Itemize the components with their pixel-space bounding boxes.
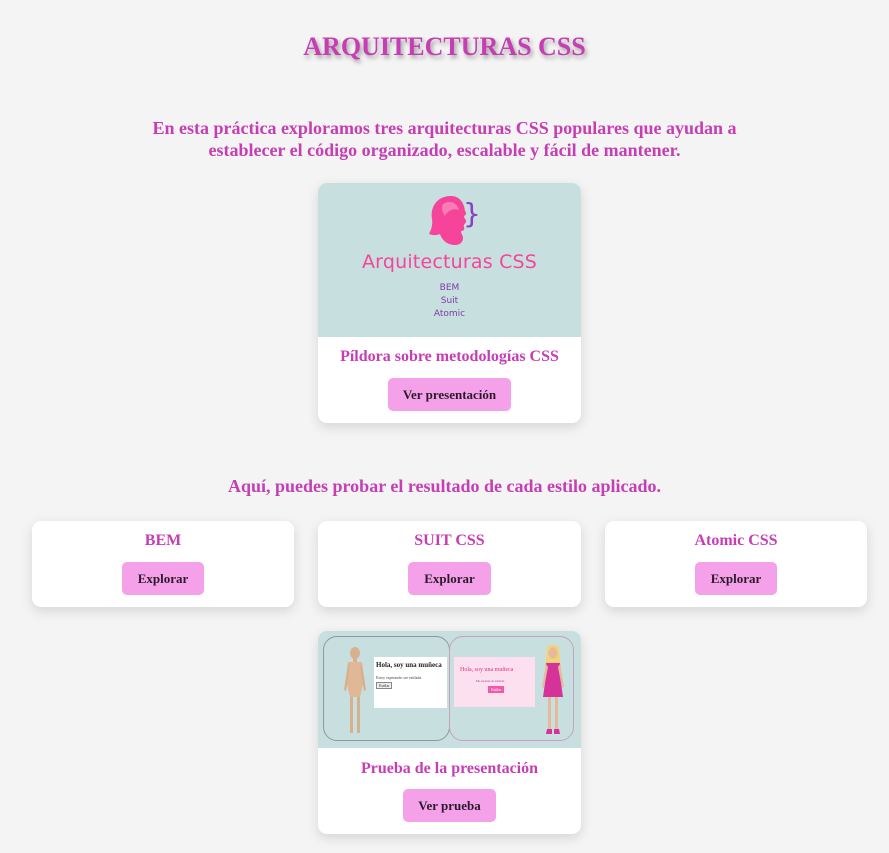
unstyled-preview-heading: Hola, soy una muñeca [376, 661, 442, 669]
explore-atomic-button[interactable]: Explorar [695, 562, 777, 595]
test-caption: Prueba de la presentación [360, 760, 539, 777]
styled-preview-box: Hola, soy una muñeca Me encanta ser esti… [454, 657, 535, 707]
view-presentation-button[interactable]: Ver presentación [388, 378, 511, 411]
style-card-suit: SUIT CSS Explorar [318, 521, 581, 607]
style-card-title: SUIT CSS [414, 532, 485, 549]
doll-styled-figure [542, 645, 564, 734]
intro-text: En esta práctica exploramos tres arquite… [152, 118, 737, 160]
explore-bem-button[interactable]: Explorar [122, 562, 204, 595]
presentation-caption: Píldora sobre metodologías CSS [340, 348, 559, 365]
subheading: Aquí, puedes probar el resultado de cada… [227, 476, 662, 496]
view-test-button[interactable]: Ver prueba [403, 789, 496, 822]
style-card-bem: BEM Explorar [32, 521, 294, 607]
doll-unstyled-figure [344, 647, 366, 733]
unstyled-preview-box: Hola, soy una muñeca Estoy esperando ser… [374, 657, 447, 708]
styled-preview-button: Estilar [488, 686, 505, 693]
cover-list-item: Suit [440, 296, 459, 306]
styled-preview-text: Me encanta ser estilada. [476, 679, 505, 683]
brace-icon: } [463, 197, 481, 230]
cover-list-item: Atomic [433, 309, 466, 319]
cover-list: BEM Suit Atomic [318, 282, 581, 321]
unstyled-preview-panel: Hola, soy una muñeca Estoy esperando ser… [323, 636, 450, 741]
test-card: Hola, soy una muñeca Estoy esperando ser… [318, 631, 581, 834]
presentation-card: } Arquitecturas CSS BEM Suit Atomic Píld… [318, 183, 581, 423]
test-preview-image: Hola, soy una muñeca Estoy esperando ser… [318, 631, 581, 748]
unstyled-preview-button: Estilar [376, 682, 393, 689]
styled-preview-heading: Hola, soy una muñeca [460, 667, 514, 673]
page-title: ARQUITECTURAS CSS [303, 32, 586, 61]
cover-title: Arquitecturas CSS [361, 251, 538, 273]
cover-list-item: BEM [439, 283, 460, 293]
style-card-title: Atomic CSS [694, 532, 778, 549]
style-card-atomic: Atomic CSS Explorar [605, 521, 867, 607]
explore-suit-button[interactable]: Explorar [408, 562, 491, 595]
styled-preview-panel: Hola, soy una muñeca Me encanta ser esti… [449, 636, 574, 741]
unstyled-preview-text: Estoy esperando ser estilada. [376, 675, 423, 680]
presentation-cover-image: } Arquitecturas CSS BEM Suit Atomic [318, 183, 581, 337]
style-card-title: BEM [144, 532, 182, 549]
